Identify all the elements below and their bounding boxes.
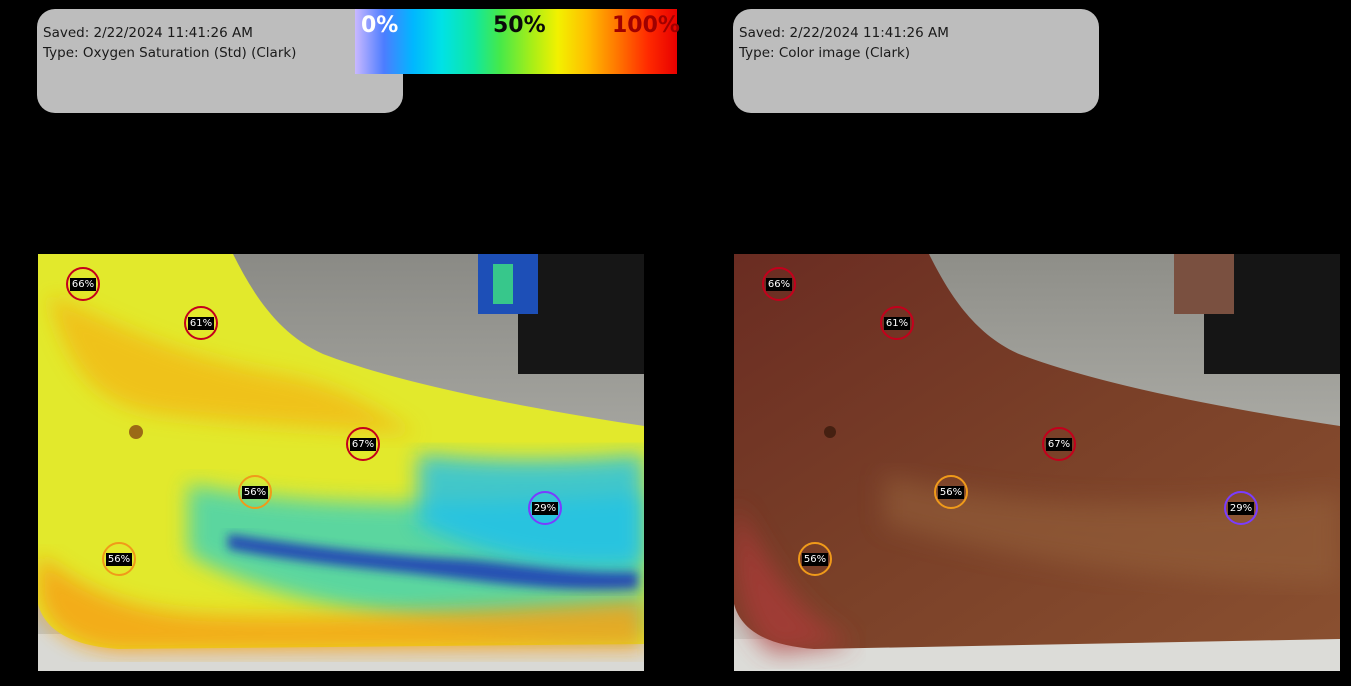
saturation-colorbar: 0% 50% 100%: [355, 9, 680, 74]
marker-value: 61%: [187, 316, 215, 330]
marker-value: 29%: [531, 501, 559, 515]
measurement-marker[interactable]: 29%: [528, 491, 562, 525]
right-info-panel: Saved: 2/22/2024 11:41:26 AM Type: Color…: [733, 9, 1099, 113]
color-photo-graphic: [734, 254, 1340, 671]
oxygen-saturation-image[interactable]: 66% 61% 67% 56% 56% 29%: [38, 254, 644, 671]
marker-value: 29%: [1227, 501, 1255, 515]
measurement-marker[interactable]: 56%: [934, 475, 968, 509]
left-info-panel: Saved: 2/22/2024 11:41:26 AM Type: Oxyge…: [37, 9, 403, 113]
measurement-marker[interactable]: 66%: [762, 267, 796, 301]
left-image-type: Type: Oxygen Saturation (Std) (Clark): [43, 45, 297, 61]
color-image[interactable]: 66% 61% 67% 56% 56% 29%: [734, 254, 1340, 671]
measurement-marker[interactable]: 56%: [238, 475, 272, 509]
colorbar-low-label: 0%: [361, 13, 399, 38]
marker-value: 56%: [937, 485, 965, 499]
marker-value: 56%: [241, 485, 269, 499]
measurement-marker[interactable]: 29%: [1224, 491, 1258, 525]
measurement-marker[interactable]: 56%: [102, 542, 136, 576]
measurement-marker[interactable]: 56%: [798, 542, 832, 576]
right-image-type: Type: Color image (Clark): [739, 45, 911, 61]
marker-value: 56%: [801, 552, 829, 566]
marker-value: 66%: [765, 277, 793, 291]
colorbar-mid-label: 50%: [493, 13, 546, 38]
measurement-marker[interactable]: 66%: [66, 267, 100, 301]
marker-value: 67%: [349, 437, 377, 451]
measurement-marker[interactable]: 61%: [880, 306, 914, 340]
marker-value: 66%: [69, 277, 97, 291]
marker-value: 56%: [105, 552, 133, 566]
measurement-marker[interactable]: 67%: [1042, 427, 1076, 461]
saturation-map-graphic: [38, 254, 644, 671]
right-saved-timestamp: Saved: 2/22/2024 11:41:26 AM: [739, 25, 949, 41]
measurement-marker[interactable]: 61%: [184, 306, 218, 340]
measurement-marker[interactable]: 67%: [346, 427, 380, 461]
marker-value: 61%: [883, 316, 911, 330]
colorbar-high-label: 100%: [612, 13, 680, 38]
marker-value: 67%: [1045, 437, 1073, 451]
left-saved-timestamp: Saved: 2/22/2024 11:41:26 AM: [43, 25, 253, 41]
